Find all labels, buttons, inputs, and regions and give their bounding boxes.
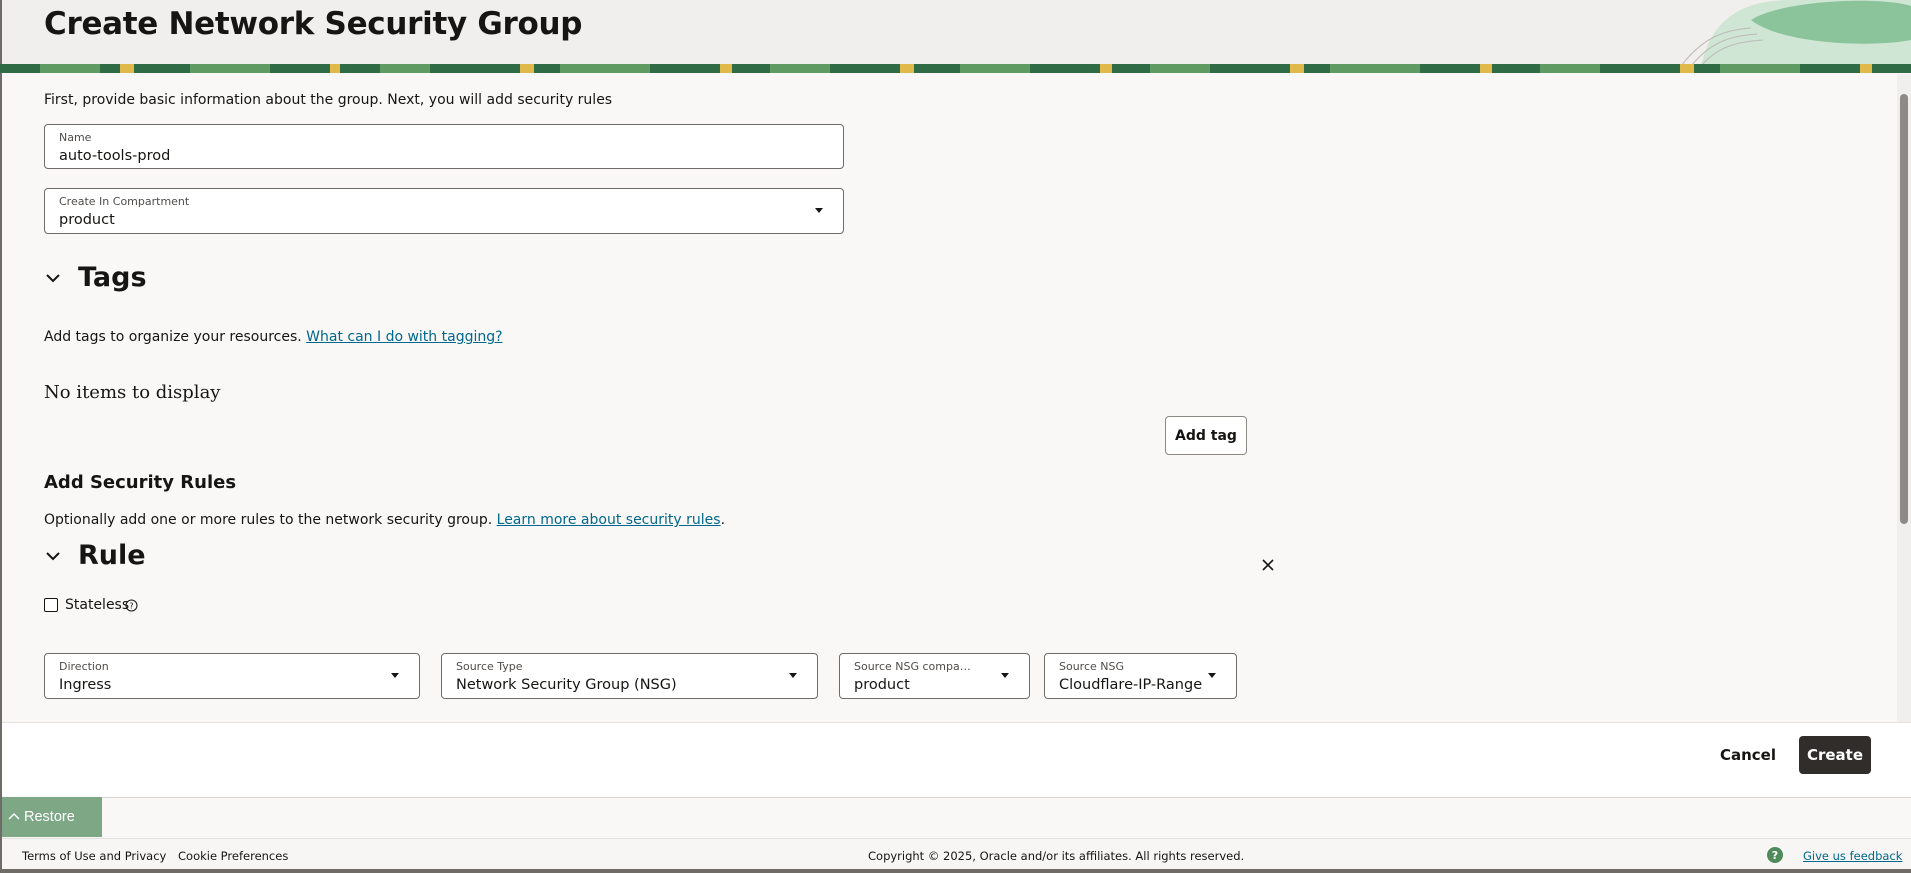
source-nsg-select[interactable]: Source NSG Cloudflare-IP-Range — [1044, 653, 1237, 699]
header-decoration-icon — [1681, 0, 1911, 66]
source-nsg-label: Source NSG — [1059, 660, 1125, 673]
security-rules-heading: Add Security Rules — [44, 472, 237, 493]
chevron-down-icon[interactable] — [44, 547, 62, 565]
compartment-select-label: Create In Compartment — [59, 195, 190, 208]
source-type-select[interactable]: Source Type Network Security Group (NSG) — [441, 653, 818, 699]
svg-text:?: ? — [129, 602, 133, 611]
source-nsg-value: Cloudflare-IP-Range — [1059, 677, 1203, 693]
form-content: First, provide basic information about t… — [0, 74, 1897, 722]
dropdown-caret-icon — [789, 673, 797, 678]
tags-description-text: Add tags to organize your resources. — [44, 329, 302, 345]
page-footer: Terms of Use and Privacy Cookie Preferen… — [2, 838, 1911, 870]
direction-select[interactable]: Direction Ingress — [44, 653, 420, 699]
tagging-help-link[interactable]: What can I do with tagging? — [306, 329, 502, 345]
feedback-link[interactable]: Give us feedback — [1803, 849, 1902, 863]
direction-select-label: Direction — [59, 660, 109, 673]
source-type-select-label: Source Type — [456, 660, 523, 673]
tags-empty-text: No items to display — [44, 382, 221, 403]
compartment-select-value: product — [59, 212, 115, 228]
terms-link[interactable]: Terms of Use and Privacy — [22, 849, 166, 863]
source-nsg-compartment-value: product — [854, 677, 910, 693]
tags-description: Add tags to organize your resources. Wha… — [44, 329, 503, 345]
security-rules-description: Optionally add one or more rules to the … — [44, 512, 725, 528]
page-header: Create Network Security Group — [2, 0, 1911, 67]
cookie-preferences-link[interactable]: Cookie Preferences — [178, 849, 288, 863]
compartment-select[interactable]: Create In Compartment product — [44, 188, 844, 234]
cancel-button[interactable]: Cancel — [1712, 736, 1784, 774]
source-type-select-value: Network Security Group (NSG) — [456, 677, 677, 693]
tags-title: Tags — [78, 262, 147, 293]
action-bar — [2, 722, 1911, 798]
name-field[interactable]: Name auto-tools-prod — [44, 124, 844, 169]
restore-chevron-icon — [8, 813, 20, 820]
add-tag-button[interactable]: Add tag — [1165, 416, 1247, 455]
window-bottom-edge — [0, 869, 1911, 873]
security-rules-description-text: Optionally add one or more rules to the … — [44, 512, 493, 528]
restore-button[interactable]: Restore — [2, 797, 102, 837]
feedback-help-icon[interactable]: ? — [1767, 847, 1783, 863]
security-rules-period: . — [720, 512, 726, 528]
source-nsg-compartment-label: Source NSG compa… — [854, 660, 971, 673]
name-field-value: auto-tools-prod — [59, 148, 171, 164]
restore-label: Restore — [24, 809, 75, 825]
dropdown-caret-icon — [815, 208, 823, 213]
stateless-label: Stateless — [65, 597, 130, 613]
dropdown-caret-icon — [1208, 673, 1216, 678]
source-nsg-compartment-select[interactable]: Source NSG compa… product — [839, 653, 1030, 699]
header-pattern-icon — [0, 64, 1911, 73]
stateless-checkbox[interactable] — [44, 598, 58, 612]
rule-title: Rule — [78, 540, 146, 571]
chevron-down-icon[interactable] — [44, 269, 62, 287]
direction-select-value: Ingress — [59, 677, 112, 693]
scrollbar-thumb[interactable] — [1900, 94, 1908, 524]
dropdown-caret-icon — [1001, 673, 1009, 678]
tags-section-header[interactable]: Tags — [44, 262, 147, 293]
create-button[interactable]: Create — [1799, 736, 1871, 774]
intro-text: First, provide basic information about t… — [44, 92, 613, 108]
security-rules-learn-link[interactable]: Learn more about security rules — [497, 512, 721, 528]
close-icon[interactable] — [1261, 558, 1275, 572]
rule-section-header[interactable]: Rule — [44, 540, 146, 571]
copyright-text: Copyright © 2025, Oracle and/or its affi… — [868, 849, 1245, 863]
content-scrollbar[interactable] — [1897, 74, 1911, 722]
name-field-label: Name — [59, 131, 92, 144]
help-icon[interactable]: ? — [125, 599, 138, 612]
dropdown-caret-icon — [391, 673, 399, 678]
page-title: Create Network Security Group — [44, 6, 583, 42]
